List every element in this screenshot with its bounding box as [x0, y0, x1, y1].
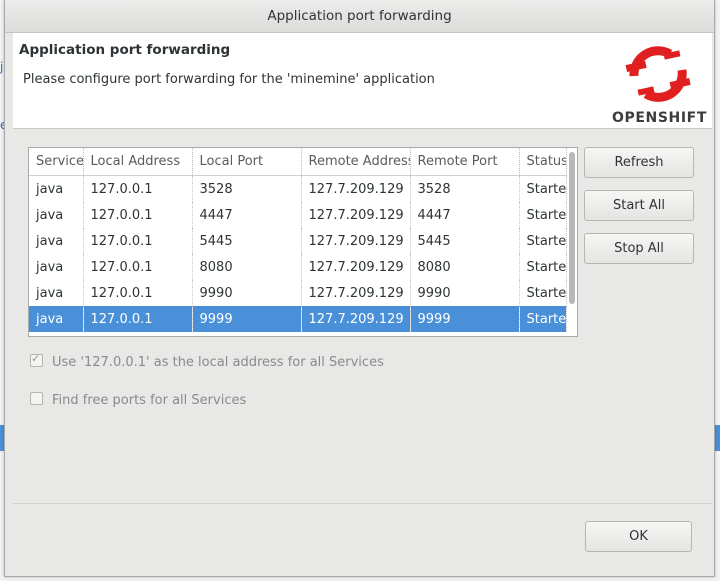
use-localhost-checkbox[interactable] [30, 352, 43, 367]
stop-all-button[interactable]: Stop All [584, 233, 694, 264]
column-header-status[interactable]: Status [519, 148, 567, 176]
cell-remote-port: 3528 [410, 175, 520, 202]
table-row[interactable]: java 127.0.0.1 9990 127.7.209.129 9990 S… [29, 280, 567, 306]
cell-remote-address: 127.7.209.129 [301, 175, 411, 202]
cell-remote-address: 127.7.209.129 [301, 280, 411, 306]
cell-local-port: 3528 [192, 175, 302, 202]
cell-local-port: 5445 [192, 228, 302, 254]
table-row[interactable]: java 127.0.0.1 8080 127.7.209.129 8080 S… [29, 254, 567, 280]
table-row-selected[interactable]: java 127.0.0.1 9999 127.7.209.129 9999 S… [29, 306, 567, 332]
cell-status: Started [519, 228, 567, 254]
cell-service: java [29, 175, 84, 202]
column-header-local-port[interactable]: Local Port [192, 148, 302, 176]
cell-local-address: 127.0.0.1 [83, 228, 193, 254]
table-vertical-scrollbar[interactable] [569, 152, 575, 304]
column-header-remote-address[interactable]: Remote Address [301, 148, 411, 176]
dialog-header: Application port forwarding Please confi… [13, 33, 712, 129]
cell-service: java [29, 306, 84, 332]
openshift-logo-icon [625, 46, 691, 102]
cell-remote-address: 127.7.209.129 [301, 306, 411, 332]
openshift-logo-text: OPENSHIFT [612, 110, 707, 126]
column-header-service[interactable]: Service [29, 148, 84, 176]
table-row[interactable]: java 127.0.0.1 3528 127.7.209.129 3528 S… [29, 175, 567, 202]
openshift-logo: OPENSHIFT [612, 36, 707, 126]
table-row[interactable]: java 127.0.0.1 5445 127.7.209.129 5445 S… [29, 228, 567, 254]
cell-local-address: 127.0.0.1 [83, 202, 193, 228]
header-description: Please configure port forwarding for the… [23, 72, 435, 87]
find-free-ports-checkbox[interactable] [30, 392, 43, 405]
cell-local-port: 4447 [192, 202, 302, 228]
column-header-remote-port[interactable]: Remote Port [410, 148, 520, 176]
cell-remote-address: 127.7.209.129 [301, 202, 411, 228]
refresh-button[interactable]: Refresh [584, 147, 694, 178]
cell-status: Started [519, 306, 567, 332]
start-all-button[interactable]: Start All [584, 190, 694, 221]
cell-local-port: 9999 [192, 306, 302, 332]
cell-remote-address: 127.7.209.129 [301, 228, 411, 254]
cell-service: java [29, 254, 84, 280]
find-free-ports-option[interactable]: Find free ports for all Services [30, 392, 246, 408]
cell-service: java [29, 228, 84, 254]
cell-remote-port: 9999 [410, 306, 520, 332]
table-header-row: Service Local Address Local Port Remote … [29, 148, 567, 176]
cell-remote-address: 127.7.209.129 [301, 254, 411, 280]
cell-local-address: 127.0.0.1 [83, 280, 193, 306]
cell-remote-port: 5445 [410, 228, 520, 254]
port-forwarding-dialog: Application port forwarding Application … [4, 0, 715, 577]
dialog-titlebar: Application port forwarding [5, 0, 714, 33]
column-header-local-address[interactable]: Local Address [83, 148, 193, 176]
table-row[interactable]: java 127.0.0.1 4447 127.7.209.129 4447 S… [29, 202, 567, 228]
ok-button[interactable]: OK [585, 521, 692, 552]
cell-local-address: 127.0.0.1 [83, 175, 193, 202]
cell-local-address: 127.0.0.1 [83, 254, 193, 280]
cell-remote-port: 9990 [410, 280, 520, 306]
cell-local-address: 127.0.0.1 [83, 306, 193, 332]
header-title: Application port forwarding [19, 42, 231, 58]
use-localhost-label: Use '127.0.0.1' as the local address for… [52, 355, 384, 370]
find-free-ports-label: Find free ports for all Services [52, 393, 247, 408]
cell-service: java [29, 280, 84, 306]
use-localhost-option[interactable]: Use '127.0.0.1' as the local address for… [30, 352, 384, 370]
cell-status: Started [519, 280, 567, 306]
cell-local-port: 9990 [192, 280, 302, 306]
port-forwarding-table[interactable]: Service Local Address Local Port Remote … [28, 147, 578, 337]
cell-remote-port: 8080 [410, 254, 520, 280]
cell-status: Started [519, 202, 567, 228]
cell-remote-port: 4447 [410, 202, 520, 228]
footer-separator [13, 503, 712, 504]
cell-status: Started [519, 175, 567, 202]
cell-service: java [29, 202, 84, 228]
cell-status: Started [519, 254, 567, 280]
cell-local-port: 8080 [192, 254, 302, 280]
